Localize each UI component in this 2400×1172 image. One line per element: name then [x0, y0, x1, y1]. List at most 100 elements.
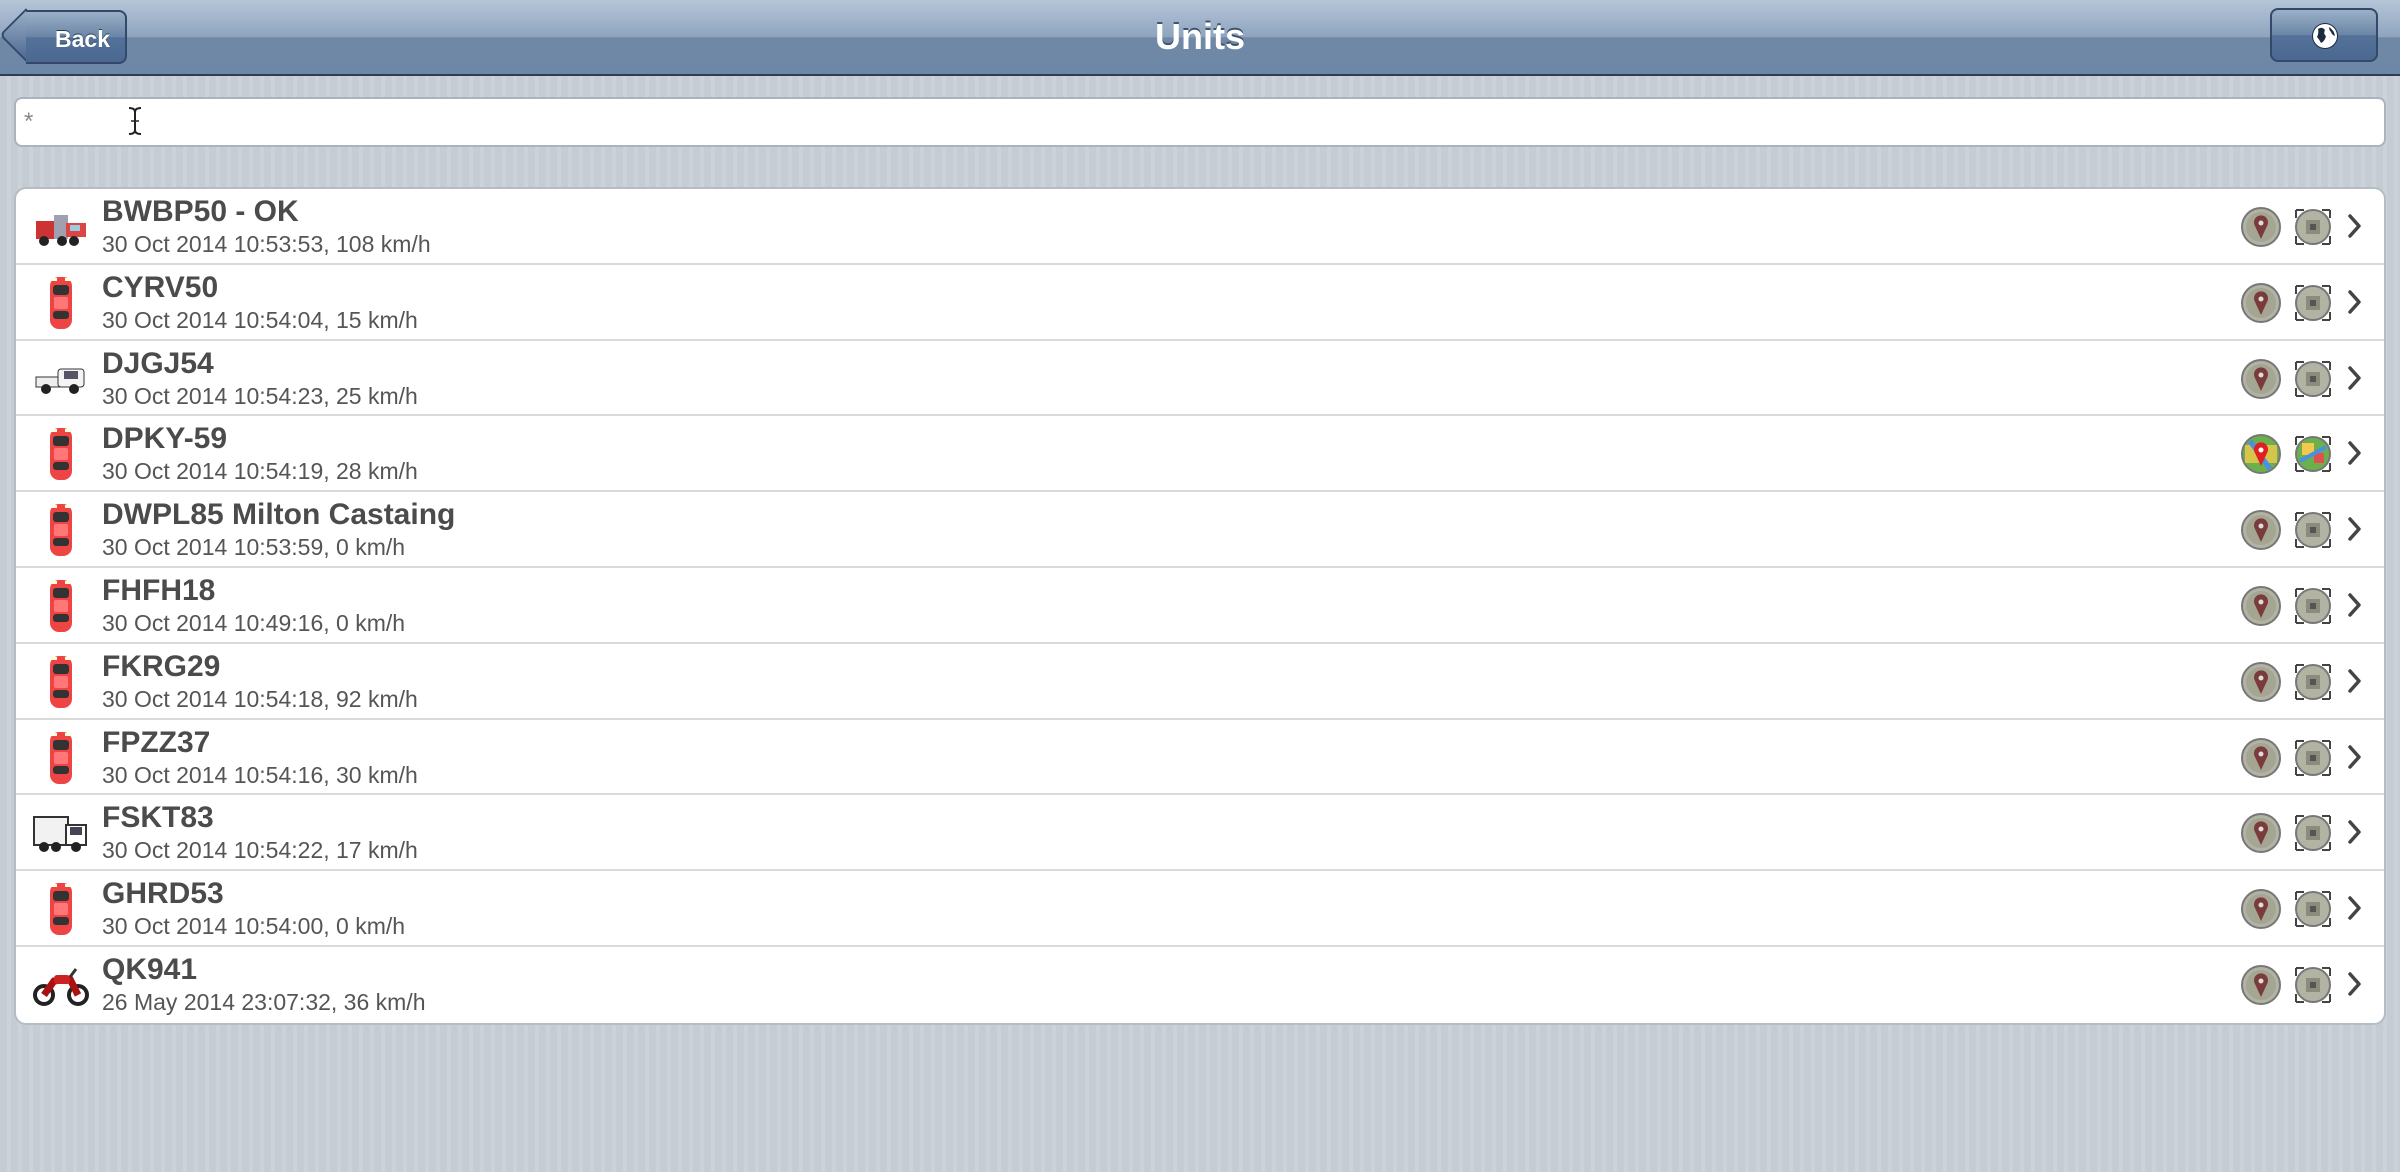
globe-button[interactable]	[2270, 8, 2378, 62]
track-on-map-button[interactable]	[2292, 433, 2334, 475]
chevron-right-icon[interactable]	[2346, 590, 2364, 620]
cargo-truck-icon	[32, 805, 90, 861]
back-button-wrap[interactable]: Back	[0, 8, 127, 64]
map-target-icon	[2292, 663, 2334, 707]
map-pin-icon	[2240, 813, 2282, 858]
map-pin-icon	[2240, 964, 2282, 1010]
track-on-map-button[interactable]	[2292, 812, 2334, 854]
unit-details: 30 Oct 2014 10:54:04, 15 km/h	[102, 306, 418, 333]
track-on-map-button[interactable]	[2292, 585, 2334, 627]
truck-icon	[32, 199, 90, 255]
locate-unit-button[interactable]	[2240, 206, 2282, 248]
unit-name: FPZZ37	[102, 725, 211, 759]
track-on-map-button[interactable]	[2292, 206, 2334, 248]
unit-details: 30 Oct 2014 10:54:19, 28 km/h	[102, 458, 418, 485]
unit-details: 30 Oct 2014 10:54:18, 92 km/h	[102, 685, 418, 712]
unit-details: 26 May 2014 23:07:32, 36 km/h	[102, 988, 426, 1015]
map-target-icon	[2292, 587, 2334, 631]
unit-row[interactable]: DWPL85 Milton Castaing 30 Oct 2014 10:53:…	[16, 492, 2384, 568]
pickup-truck-icon	[32, 351, 90, 407]
unit-name: GHRD53	[102, 877, 224, 911]
unit-name: DWPL85 Milton Castaing	[102, 498, 456, 532]
locate-unit-button[interactable]	[2240, 509, 2282, 551]
chevron-right-icon[interactable]	[2346, 742, 2364, 772]
map-target-icon	[2292, 739, 2334, 783]
search-field[interactable]	[14, 97, 2386, 147]
unit-row[interactable]: FKRG29 30 Oct 2014 10:54:18, 92 km/h	[16, 644, 2384, 720]
chevron-right-icon[interactable]	[2346, 438, 2364, 468]
chevron-right-icon[interactable]	[2346, 969, 2364, 999]
car-icon	[32, 881, 90, 937]
chevron-right-icon[interactable]	[2346, 817, 2364, 847]
unit-name: FSKT83	[102, 801, 214, 835]
track-on-map-button[interactable]	[2292, 509, 2334, 551]
unit-row[interactable]: QK941 26 May 2014 23:07:32, 36 km/h	[16, 947, 2384, 1023]
unit-row[interactable]: FHFH18 30 Oct 2014 10:49:16, 0 km/h	[16, 568, 2384, 644]
search-input[interactable]	[16, 99, 2384, 145]
track-on-map-button[interactable]	[2292, 737, 2334, 779]
map-target-icon	[2292, 436, 2334, 479]
track-on-map-button[interactable]	[2292, 661, 2334, 703]
car-icon	[32, 730, 90, 786]
navigation-bar: Units Back	[0, 0, 2400, 76]
unit-details: 30 Oct 2014 10:49:16, 0 km/h	[102, 609, 406, 636]
locate-unit-button[interactable]	[2240, 282, 2282, 324]
unit-details: 30 Oct 2014 10:53:53, 108 km/h	[102, 231, 431, 257]
car-icon	[32, 426, 90, 482]
locate-unit-button[interactable]	[2240, 585, 2282, 627]
locate-unit-button[interactable]	[2240, 812, 2282, 854]
page-title: Units	[1155, 16, 1245, 57]
map-pin-icon	[2240, 434, 2282, 479]
unit-row[interactable]: CYRV50 30 Oct 2014 10:54:04, 15 km/h	[16, 265, 2384, 341]
chevron-right-icon[interactable]	[2346, 211, 2364, 241]
track-on-map-button[interactable]	[2292, 282, 2334, 324]
locate-unit-button[interactable]	[2240, 358, 2282, 400]
locate-unit-button[interactable]	[2240, 661, 2282, 703]
locate-unit-button[interactable]	[2240, 888, 2282, 930]
track-on-map-button[interactable]	[2292, 964, 2334, 1006]
chevron-right-icon[interactable]	[2346, 893, 2364, 923]
car-icon	[32, 275, 90, 331]
unit-row[interactable]: DPKY-59 30 Oct 2014 10:54:19, 28 km/h	[16, 416, 2384, 493]
text-cursor-icon	[128, 107, 142, 135]
unit-row[interactable]: FSKT83 30 Oct 2014 10:54:22, 17 km/h	[16, 795, 2384, 872]
map-target-icon	[2292, 512, 2334, 555]
unit-details: 30 Oct 2014 10:54:22, 17 km/h	[102, 837, 418, 864]
unit-details: 30 Oct 2014 10:54:00, 0 km/h	[102, 913, 406, 940]
chevron-right-icon[interactable]	[2346, 363, 2364, 393]
locate-unit-button[interactable]	[2240, 737, 2282, 779]
locate-unit-button[interactable]	[2240, 964, 2282, 1006]
unit-row[interactable]: BWBP50 - OK 30 Oct 2014 10:53:53, 108 km/…	[16, 189, 2384, 265]
map-target-icon	[2292, 815, 2334, 858]
motorcycle-icon	[32, 957, 90, 1013]
unit-name: BWBP50 - OK	[102, 195, 299, 228]
chevron-right-icon[interactable]	[2346, 666, 2364, 696]
map-pin-icon	[2240, 207, 2282, 252]
unit-details: 30 Oct 2014 10:54:23, 25 km/h	[102, 382, 418, 409]
chevron-right-icon[interactable]	[2346, 287, 2364, 317]
unit-name: DPKY-59	[102, 422, 228, 456]
unit-name: FHFH18	[102, 573, 216, 607]
unit-row[interactable]: FPZZ37 30 Oct 2014 10:54:16, 30 km/h	[16, 720, 2384, 796]
track-on-map-button[interactable]	[2292, 888, 2334, 930]
locate-unit-button[interactable]	[2240, 433, 2282, 475]
map-pin-icon	[2240, 889, 2282, 934]
unit-row[interactable]: GHRD53 30 Oct 2014 10:54:00, 0 km/h	[16, 871, 2384, 947]
map-pin-icon	[2240, 661, 2282, 707]
map-target-icon	[2292, 360, 2334, 404]
map-pin-icon	[2240, 585, 2282, 631]
track-on-map-button[interactable]	[2292, 358, 2334, 400]
map-target-icon	[2292, 284, 2334, 328]
unit-name: DJGJ54	[102, 346, 214, 380]
unit-name: CYRV50	[102, 270, 219, 304]
unit-details: 30 Oct 2014 10:53:59, 0 km/h	[102, 534, 406, 561]
chevron-right-icon[interactable]	[2346, 514, 2364, 544]
car-icon	[32, 502, 90, 558]
map-pin-icon	[2240, 737, 2282, 783]
map-pin-icon	[2240, 358, 2282, 404]
globe-icon	[2312, 23, 2338, 49]
back-button[interactable]: Back	[26, 10, 127, 64]
map-target-icon	[2292, 891, 2334, 934]
car-icon	[32, 654, 90, 710]
unit-row[interactable]: DJGJ54 30 Oct 2014 10:54:23, 25 km/h	[16, 341, 2384, 417]
